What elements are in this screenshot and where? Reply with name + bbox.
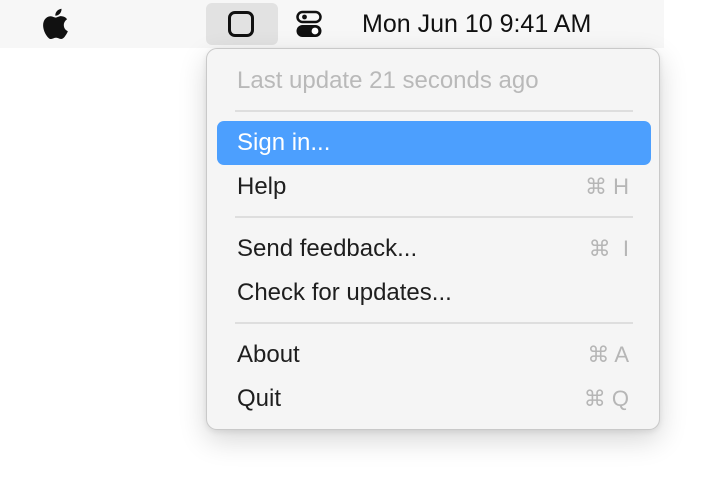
app-status-item[interactable] <box>206 3 278 45</box>
menu-separator <box>235 110 633 112</box>
menu-item-send-feedback[interactable]: Send feedback... ⌘ I <box>217 227 651 271</box>
menu-item-last-update: Last update 21 seconds ago <box>217 59 651 103</box>
app-status-icon <box>228 11 254 37</box>
menu-item-label: Help <box>237 173 287 200</box>
control-center-icon[interactable] <box>296 10 322 38</box>
menu-separator <box>235 216 633 218</box>
apple-logo-icon[interactable] <box>39 8 69 40</box>
menu-item-quit[interactable]: Quit ⌘ Q <box>217 377 651 421</box>
menu-item-shortcut: ⌘ A <box>587 342 629 367</box>
menu-item-check-updates[interactable]: Check for updates... <box>217 271 651 315</box>
menubar-clock[interactable]: Mon Jun 10 9:41 AM <box>362 9 591 39</box>
last-update-label: Last update 21 seconds ago <box>237 67 539 94</box>
menu-item-about[interactable]: About ⌘ A <box>217 333 651 377</box>
menu-item-label: About <box>237 341 300 368</box>
menu-item-shortcut: ⌘ H <box>585 174 629 199</box>
menu-item-label: Quit <box>237 385 282 412</box>
menu-item-shortcut: ⌘ Q <box>583 386 629 411</box>
menu-item-sign-in[interactable]: Sign in... <box>217 121 651 165</box>
menu-bar: Mon Jun 10 9:41 AM <box>0 0 664 48</box>
menu-separator <box>235 322 633 324</box>
menu-item-label: Check for updates... <box>237 279 452 306</box>
menu-item-help[interactable]: Help ⌘ H <box>217 165 651 209</box>
menu-item-label: Sign in... <box>237 129 331 156</box>
menu-item-label: Send feedback... <box>237 235 418 262</box>
status-dropdown-menu: Last update 21 seconds ago Sign in... He… <box>206 48 660 430</box>
menu-item-shortcut: ⌘ I <box>588 236 629 261</box>
